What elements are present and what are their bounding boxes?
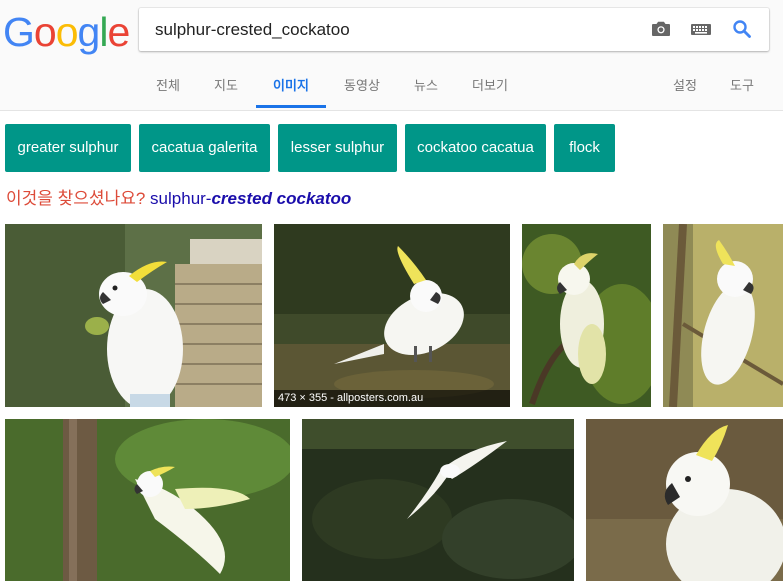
tab-news[interactable]: 뉴스 xyxy=(408,67,444,108)
keyboard-icon[interactable] xyxy=(689,17,713,41)
cockatoo-photo xyxy=(586,419,783,581)
image-result[interactable] xyxy=(302,419,574,581)
chip-cockatoo-cacatua[interactable]: cockatoo cacatua xyxy=(405,124,546,172)
image-result[interactable] xyxy=(663,224,783,407)
search-box xyxy=(139,8,769,51)
google-logo[interactable]: Google xyxy=(3,8,130,56)
tab-all[interactable]: 전체 xyxy=(150,67,186,108)
logo-letter: g xyxy=(77,9,101,55)
did-you-mean-bold: crested cockatoo xyxy=(211,189,352,208)
chip-cacatua-galerita[interactable]: cacatua galerita xyxy=(139,124,270,172)
header: Google 전체 지도 이미지 동영상 뉴스 더보기 설정 도구 xyxy=(0,0,783,111)
logo-letter: e xyxy=(107,9,130,55)
did-you-mean-plain: sulphur- xyxy=(150,189,212,208)
search-tabs: 전체 지도 이미지 동영상 뉴스 더보기 설정 도구 xyxy=(0,67,783,110)
chip-greater-sulphur[interactable]: greater sulphur xyxy=(5,124,131,172)
cockatoo-photo xyxy=(274,224,510,407)
image-result[interactable] xyxy=(5,224,262,407)
cockatoo-photo xyxy=(5,224,262,407)
cockatoo-photo xyxy=(663,224,783,407)
cockatoo-photo xyxy=(522,224,651,407)
image-result[interactable] xyxy=(5,419,290,581)
chip-lesser-sulphur[interactable]: lesser sulphur xyxy=(278,124,397,172)
tab-images[interactable]: 이미지 xyxy=(256,67,326,108)
tab-maps[interactable]: 지도 xyxy=(208,67,244,108)
search-input[interactable] xyxy=(155,8,625,51)
chip-flock[interactable]: flock xyxy=(554,124,615,172)
logo-letter: l xyxy=(99,9,108,55)
tab-tools[interactable]: 도구 xyxy=(724,67,760,108)
image-result[interactable]: 473 × 355 - allposters.com.au xyxy=(274,224,510,407)
search-icon[interactable] xyxy=(730,17,754,41)
logo-letter: o xyxy=(55,9,79,55)
tab-more[interactable]: 더보기 xyxy=(466,67,514,108)
camera-icon[interactable] xyxy=(649,17,673,41)
image-caption: 473 × 355 - allposters.com.au xyxy=(274,390,510,407)
image-result[interactable] xyxy=(522,224,651,407)
logo-letter: G xyxy=(3,9,35,55)
tab-settings[interactable]: 설정 xyxy=(667,67,703,108)
cockatoo-photo xyxy=(302,419,574,581)
image-result[interactable] xyxy=(586,419,783,581)
did-you-mean-label: 이것을 찾으셨나요? xyxy=(6,189,146,208)
tab-videos[interactable]: 동영상 xyxy=(338,67,386,108)
logo-letter: o xyxy=(33,9,57,55)
did-you-mean-link[interactable]: sulphur-crested cockatoo xyxy=(150,189,351,208)
did-you-mean: 이것을 찾으셨나요? sulphur-crested cockatoo xyxy=(6,184,351,209)
cockatoo-photo xyxy=(5,419,290,581)
